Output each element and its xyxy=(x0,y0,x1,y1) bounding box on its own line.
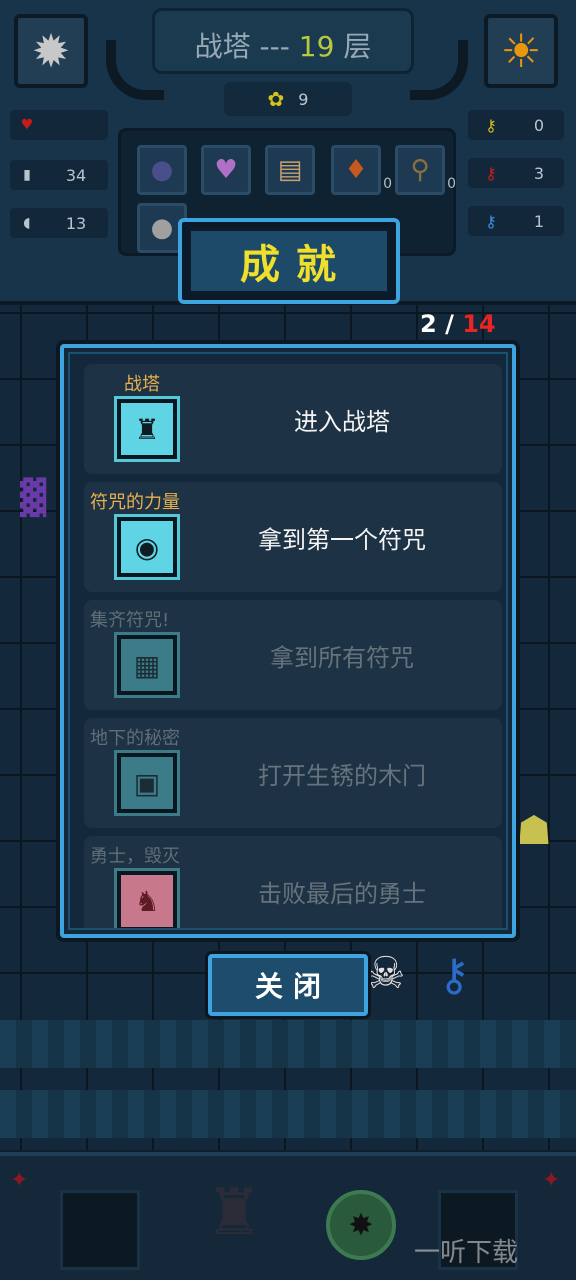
blue-key-count: 1 xyxy=(533,211,545,231)
settings-button[interactable]: ✹ xyxy=(14,14,88,88)
tombstone-icon[interactable]: ☗ xyxy=(516,808,552,854)
red-key-icon: ⚷ xyxy=(485,163,497,183)
tower-name: 战塔 --- xyxy=(194,30,299,63)
shield-icon: ◖ xyxy=(23,215,31,231)
grid-charm-icon: ▦ xyxy=(121,639,173,691)
floor-number: 19 xyxy=(298,30,335,63)
inventory-slot[interactable]: ● xyxy=(137,145,187,195)
coin-count: 9 xyxy=(298,89,309,109)
dark-tower-icon[interactable]: ♜ xyxy=(198,1176,270,1276)
yellow-key-count: 0 xyxy=(533,115,545,135)
achievement-desc: 拿到第一个符咒 xyxy=(258,525,426,554)
red-gem-icon: ✦ xyxy=(542,1168,561,1193)
achievement-name: 地下的秘密 xyxy=(90,728,180,749)
slime-pot-icon: ● xyxy=(150,155,174,185)
achievement-icon-frame: ▣ xyxy=(114,750,180,816)
achievement-item[interactable]: 符咒的力量 ◉ 拿到第一个符咒 xyxy=(84,482,502,592)
floor-title-plate: 战塔 --- 19 层 xyxy=(152,8,414,74)
coin-icon: ✿ xyxy=(267,87,285,111)
door-icon: ▣ xyxy=(121,757,173,809)
inventory-slot[interactable]: ▤ xyxy=(265,145,315,195)
achievement-desc: 打开生锈的木门 xyxy=(258,761,426,790)
progress-total: 14 xyxy=(462,310,496,338)
achievement-progress: 2 / 14 xyxy=(420,310,496,338)
bat-mask-icon: ♥ xyxy=(214,155,238,185)
skull-monster-icon[interactable]: ☠ xyxy=(366,948,405,999)
achievement-desc: 击败最后的勇士 xyxy=(258,879,426,908)
potion-icon: ♦ xyxy=(344,155,368,185)
yellow-key-stat: ⚷ 0 xyxy=(468,110,564,140)
achievement-icon-frame: ♞ xyxy=(114,868,180,928)
achievement-icon-frame: ▦ xyxy=(114,632,180,698)
progress-current: 2 xyxy=(420,310,437,338)
achievements-title: 成就 xyxy=(188,228,390,294)
achievements-list[interactable]: 战塔 ♜ 进入战塔 符咒的力量 ◉ 拿到第一个符咒 集齐符咒! ▦ 拿到所有符咒… xyxy=(60,344,516,938)
achievement-name: 战塔 xyxy=(124,374,160,395)
skill-slot[interactable] xyxy=(60,1190,140,1270)
achievements-banner: 成就 xyxy=(178,218,400,304)
potion-count: 0 xyxy=(383,176,392,192)
sun-icon: ☀ xyxy=(500,24,542,78)
hp-stat: ♥ xyxy=(10,110,108,140)
crow-icon: ♞ xyxy=(121,875,173,927)
inventory-slot[interactable]: ♥ xyxy=(201,145,251,195)
achievement-name: 集齐符咒! xyxy=(90,610,170,631)
red-key-stat: ⚷ 3 xyxy=(468,158,564,188)
close-button[interactable]: 关闭 xyxy=(208,954,368,1016)
magnifier-count: 0 xyxy=(447,176,456,192)
gear-icon: ✹ xyxy=(31,24,71,78)
tower-icon: ♜ xyxy=(121,403,173,455)
inventory-slot[interactable]: ⚲ 0 xyxy=(395,145,456,195)
blue-key-item-icon[interactable]: ⚷ xyxy=(438,950,470,1001)
achievement-item[interactable]: 战塔 ♜ 进入战塔 xyxy=(84,364,502,474)
charm-icon: ◉ xyxy=(121,521,173,573)
cat-icon: ✸ xyxy=(348,1207,374,1243)
inventory-slot[interactable]: ♦ 0 xyxy=(331,145,392,195)
achievement-desc: 进入战塔 xyxy=(294,407,390,436)
achievement-item[interactable]: 集齐符咒! ▦ 拿到所有符咒 xyxy=(84,600,502,710)
achievement-icon-frame: ◉ xyxy=(114,514,180,580)
red-key-count: 3 xyxy=(533,163,545,183)
day-night-button[interactable]: ☀ xyxy=(484,14,558,88)
blue-key-stat: ⚷ 1 xyxy=(468,206,564,236)
achievement-name: 符咒的力量 xyxy=(90,492,180,513)
coin-counter: ✿ 9 xyxy=(224,82,352,116)
portal-icon[interactable]: ▓ xyxy=(20,478,46,518)
map-scroll-icon: ▤ xyxy=(277,155,303,185)
watermark-text: 一听下载 xyxy=(414,1238,519,1268)
yellow-key-icon: ⚷ xyxy=(485,115,497,135)
attack-stat: ▮ 34 xyxy=(10,160,108,190)
orb-icon: ● xyxy=(150,213,174,243)
attack-value: 34 xyxy=(65,165,87,185)
heart-icon: ♥ xyxy=(20,117,34,133)
achievement-item[interactable]: 地下的秘密 ▣ 打开生锈的木门 xyxy=(84,718,502,828)
progress-separator: / xyxy=(445,310,454,338)
achievement-desc: 拿到所有符咒 xyxy=(270,643,414,672)
horn-decoration xyxy=(410,40,468,100)
water-band xyxy=(0,1020,576,1068)
defense-value: 13 xyxy=(65,213,87,233)
cat-sigil-button[interactable]: ✸ xyxy=(326,1190,396,1260)
achievement-item[interactable]: 勇士，毁灭 ♞ 击败最后的勇士 xyxy=(84,836,502,928)
blue-key-icon: ⚷ xyxy=(485,211,497,231)
magnifier-key-icon: ⚲ xyxy=(410,155,430,185)
floor-suffix: 层 xyxy=(334,30,372,63)
achievement-name: 勇士，毁灭 xyxy=(90,846,180,867)
sword-icon: ▮ xyxy=(23,167,31,183)
defense-stat: ◖ 13 xyxy=(10,208,108,238)
floor-title: 战塔 --- 19 层 xyxy=(155,25,411,65)
red-gem-icon: ✦ xyxy=(10,1168,29,1193)
achievement-icon-frame: ♜ xyxy=(114,396,180,462)
achievements-list-frame: 战塔 ♜ 进入战塔 符咒的力量 ◉ 拿到第一个符咒 集齐符咒! ▦ 拿到所有符咒… xyxy=(68,352,508,930)
water-band xyxy=(0,1090,576,1138)
